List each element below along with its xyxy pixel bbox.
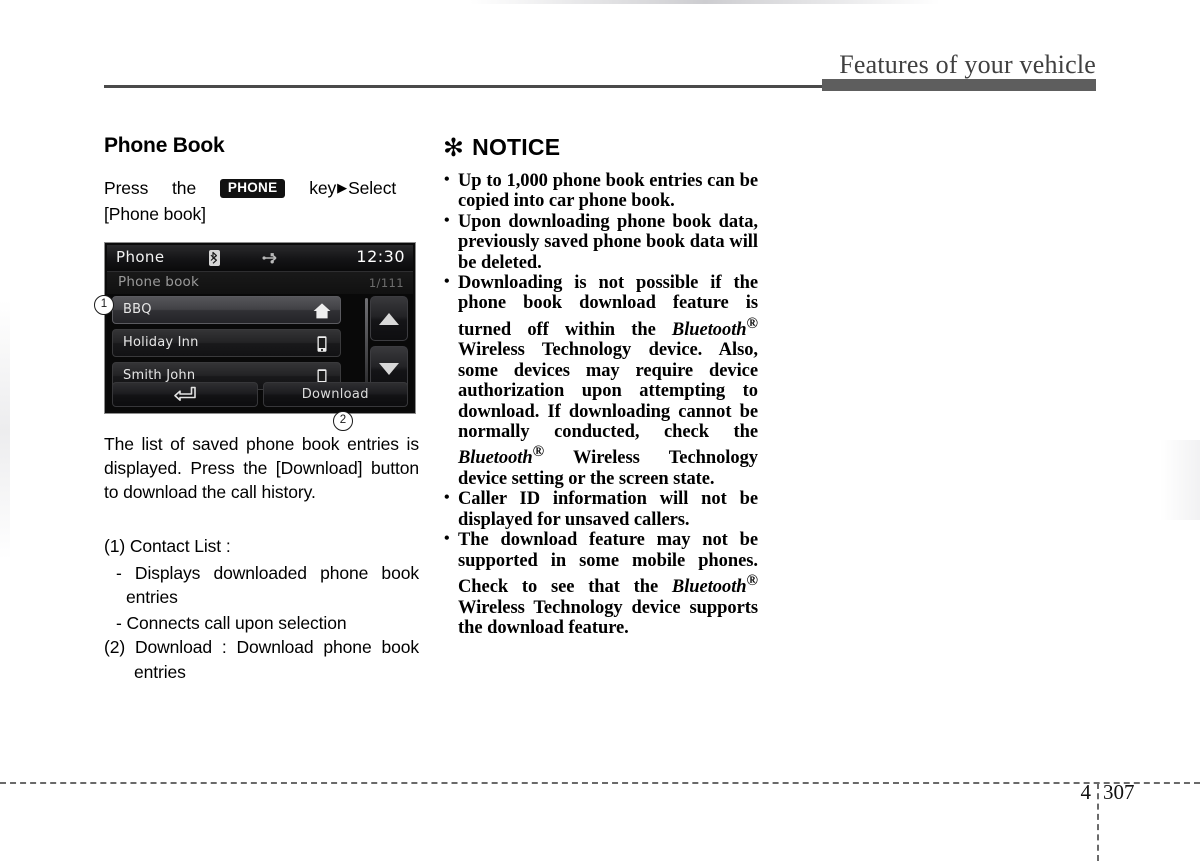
back-button[interactable] xyxy=(112,382,258,407)
bluetooth-wordmark: Bluetooth xyxy=(671,320,747,340)
notice-heading-label: NOTICE xyxy=(472,134,561,160)
phone-key-chip[interactable]: PHONE xyxy=(219,179,286,198)
usb-icon xyxy=(262,250,280,269)
notice-bullet: The download feature may not be supporte… xyxy=(443,529,759,638)
page-number: 307 xyxy=(1103,780,1135,804)
contact-list-item[interactable]: Holiday Inn xyxy=(112,329,341,357)
notice-text: Wireless Technology device. Also, some d… xyxy=(458,340,758,443)
screen-clock: 12:30 xyxy=(356,247,405,266)
chevron-down-icon xyxy=(379,362,399,375)
notice-bullet: Caller ID information will not be displa… xyxy=(443,488,758,530)
intro-paragraph: Press the PHONE key▶Select [Phone book] xyxy=(104,176,419,226)
header-rule-thick xyxy=(822,79,1096,91)
bluetooth-wordmark: Bluetooth xyxy=(458,448,533,469)
notice-bullet: Up to 1,000 phone book entries can be co… xyxy=(443,170,758,212)
list-item-marker: (1) xyxy=(104,536,126,556)
notice-text: Up to 1,000 phone book entries can be co… xyxy=(458,171,758,212)
download-button[interactable]: Download xyxy=(262,382,408,407)
notice-heading: ✻ NOTICE xyxy=(443,134,758,161)
callout-marker-1: 1 xyxy=(94,295,114,315)
bluetooth-icon xyxy=(209,250,220,270)
header-rule-thin xyxy=(104,85,822,88)
notice-text: Wireless Technology device supports the … xyxy=(458,597,758,638)
asterisk-icon: ✻ xyxy=(443,133,465,162)
list-subitem: - Connects call upon selection xyxy=(116,613,347,633)
contact-list: BBQ Holiday Inn Smith John xyxy=(112,296,341,395)
scrollbar-track[interactable] xyxy=(365,298,368,390)
screen-subtitle: Phone book xyxy=(118,274,200,290)
notice-bullet: Downloading is not possible if the phone… xyxy=(443,272,759,489)
scan-artifact-left xyxy=(0,300,10,560)
scan-artifact-top xyxy=(470,0,940,4)
step-arrow-icon: ▶ xyxy=(337,180,348,195)
page-folio: 4 307 xyxy=(1063,780,1173,806)
callout-marker-2: 2 xyxy=(333,411,353,431)
registered-mark: ® xyxy=(746,572,759,590)
screen-title: Phone xyxy=(116,248,165,266)
contact-list-item[interactable]: BBQ xyxy=(112,296,341,324)
body-paragraph: The list of saved phone book entries is … xyxy=(104,434,419,502)
notice-text: Caller ID information will not be displa… xyxy=(458,489,758,530)
bluetooth-wordmark: Bluetooth xyxy=(671,577,747,598)
feature-list: (1) Contact List : - Displays downloaded… xyxy=(104,534,419,685)
scan-artifact-right xyxy=(1160,440,1200,520)
page-header-title: Features of your vehicle xyxy=(839,50,1096,79)
registered-mark: ® xyxy=(746,314,759,332)
back-arrow-icon xyxy=(172,385,198,405)
contact-name: BBQ xyxy=(123,302,152,317)
list-item: (2) Download : Download phone book entri… xyxy=(104,635,419,685)
list-item: (1) Contact List : xyxy=(104,534,419,559)
head-unit-screen: Phone 12:30 Phone book 1/111 BBQ Holiday… xyxy=(94,242,416,431)
intro-text-phonebook: [Phone book] xyxy=(104,204,206,224)
screen-titlebar: Phone 12:30 xyxy=(107,245,413,272)
chevron-up-icon xyxy=(379,312,399,325)
scroll-up-button[interactable] xyxy=(370,296,408,341)
right-column: ✻ NOTICE Up to 1,000 phone book entries … xyxy=(443,134,758,638)
notice-bullet: Upon downloading phone book data, previo… xyxy=(443,211,758,273)
scroll-controls xyxy=(370,296,408,396)
screen-footer-bar: Download xyxy=(112,382,408,407)
chapter-number: 4 xyxy=(1080,780,1092,804)
list-item-marker: (2) xyxy=(104,637,126,657)
intro-text-the: the xyxy=(172,178,197,198)
registered-mark: ® xyxy=(532,443,545,461)
contact-name: Holiday Inn xyxy=(123,335,199,350)
head-unit-screen-inner: Phone 12:30 Phone book 1/111 BBQ Holiday… xyxy=(107,245,413,411)
home-icon xyxy=(312,301,332,325)
contact-name: Smith John xyxy=(123,368,196,383)
intro-text-select: Select xyxy=(348,178,397,198)
screen-subtitle-bar: Phone book 1/111 xyxy=(107,272,413,294)
left-column: Phone Book Press the PHONE key▶Select [P… xyxy=(94,134,419,685)
mobile-phone-icon xyxy=(312,334,332,358)
list-item-label: Download : Download phone book entries xyxy=(134,637,419,682)
notice-bullet-list: Up to 1,000 phone book entries can be co… xyxy=(443,170,759,638)
page-title: Phone Book xyxy=(104,134,225,157)
list-subitem: - Displays downloaded phone book entries xyxy=(116,563,419,607)
screen-page-count: 1/111 xyxy=(368,276,404,290)
list-item-label: Contact List : xyxy=(129,536,231,556)
intro-text-press: Press xyxy=(104,178,149,198)
footer-divider xyxy=(0,782,1200,784)
notice-text: Upon downloading phone book data, previo… xyxy=(458,211,758,273)
intro-text-key: key xyxy=(309,178,337,198)
